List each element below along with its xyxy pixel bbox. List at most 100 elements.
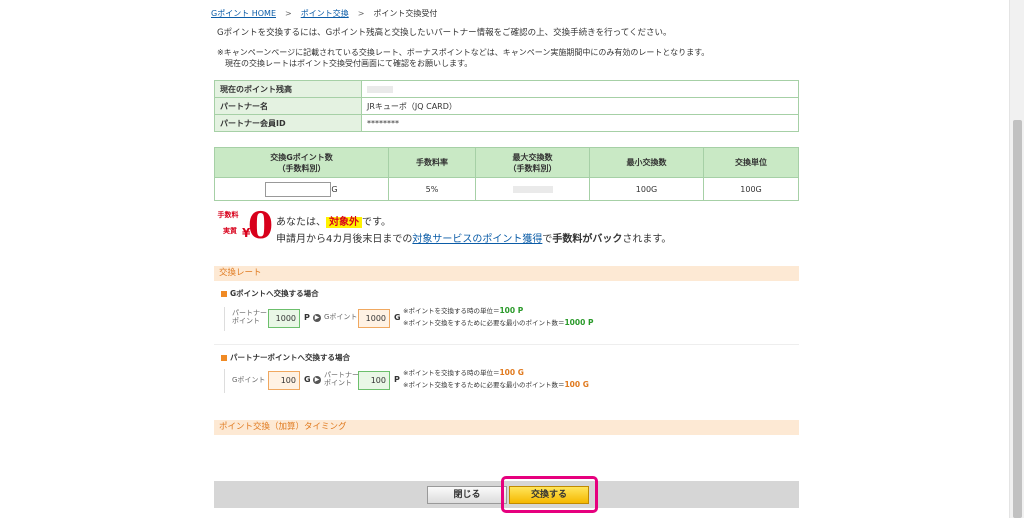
max-exchange-value bbox=[475, 177, 590, 201]
masked-value bbox=[512, 185, 553, 193]
note-minimum-prefix: ※ポイント交換をするために必要な最小のポイント数＝ bbox=[403, 319, 565, 327]
breadcrumb-home-link[interactable]: Gポイント HOME bbox=[211, 9, 276, 18]
table-row: 現在のポイント残高 bbox=[214, 80, 799, 98]
to-partner-notes: ※ポイントを交換する時の単位＝100 G ※ポイント交換をするために必要な最小の… bbox=[403, 367, 589, 391]
campaign-note: ※キャンペーンページに記載されている交換レート、ボーナスポイントなどは、キャンペ… bbox=[217, 47, 709, 69]
page-scrollbar[interactable] bbox=[1009, 0, 1024, 518]
member-id-label: パートナー会員ID bbox=[214, 114, 362, 132]
col-fee-rate: 手数料率 bbox=[388, 147, 476, 178]
partner-point-unit: P bbox=[394, 375, 400, 384]
section-divider bbox=[214, 344, 799, 345]
partner-name-label: パートナー名 bbox=[214, 97, 362, 115]
breadcrumb-separator: > bbox=[357, 9, 365, 18]
to-gpoint-title: Gポイントへ交換する場合 bbox=[230, 289, 319, 298]
account-info-table: 現在のポイント残高 パートナー名 JRキューポ（JQ CARD） パートナー会員… bbox=[214, 80, 799, 132]
fee-status-badge: 対象外 bbox=[326, 217, 362, 228]
member-id-value: ******** bbox=[361, 114, 799, 132]
campaign-note-line2: 現在の交換レートはポイント交換受付画面にて確認をお願いします。 bbox=[225, 59, 473, 68]
gpoint-rate-value: 100 bbox=[268, 371, 300, 390]
note-minimum-line: ※ポイント交換をするために必要な最小のポイント数＝100 G bbox=[403, 379, 589, 391]
partner-point-label-line2: ポイント bbox=[232, 317, 260, 325]
gpoint-unit: G bbox=[394, 313, 401, 322]
table-row: パートナー名 JRキューポ（JQ CARD） bbox=[214, 97, 799, 115]
bullet-square-icon bbox=[221, 291, 227, 297]
note-unit-prefix: ※ポイントを交換する時の単位＝ bbox=[403, 307, 500, 315]
fee-status-suffix: です。 bbox=[362, 217, 391, 228]
campaign-note-line1: ※キャンペーンページに記載されている交換レート、ボーナスポイントなどは、キャンペ… bbox=[217, 48, 710, 57]
exchange-points-input[interactable] bbox=[265, 181, 332, 197]
arrow-right-icon: ▶ bbox=[313, 376, 321, 384]
col-min-exchange: 最小交換数 bbox=[589, 147, 704, 178]
fee-refund-suffix: されます。 bbox=[622, 234, 672, 245]
fee-status-prefix: あなたは、 bbox=[276, 217, 326, 228]
fee-rate-value: 5% bbox=[388, 177, 476, 201]
table-header-row: 交換Gポイント数 （手数料別） 手数料率 最大交換数 （手数料別） 最小交換数 交換… bbox=[214, 147, 799, 178]
masked-value bbox=[367, 85, 393, 93]
partner-point-label: パートナー ポイント bbox=[324, 371, 359, 387]
exchange-table: 交換Gポイント数 （手数料別） 手数料率 最大交換数 （手数料別） 最小交換数 交換… bbox=[214, 147, 799, 201]
note-unit-line: ※ポイントを交換する時の単位＝100 P bbox=[403, 305, 593, 317]
fee-status-line: あなたは、 対象外 です。 bbox=[276, 213, 391, 228]
fee-refund-line: 申請月から4カ月後末日までの対象サービスのポイント獲得で手数料がバックされます。 bbox=[276, 230, 671, 245]
breadcrumb-separator: > bbox=[285, 9, 292, 18]
fee-refund-prefix: 申請月から4カ月後末日までの bbox=[276, 234, 413, 245]
fee-refund-middle: で bbox=[542, 234, 553, 245]
fee-zero-badge: 手数料 実質 ¥ 0 bbox=[217, 206, 274, 246]
table-row: G 5% 100G 100G bbox=[214, 177, 799, 201]
partner-point-label-line1: パートナー bbox=[324, 371, 359, 379]
col-max-exchange: 最大交換数 （手数料別） bbox=[475, 147, 590, 178]
note-unit-line: ※ポイントを交換する時の単位＝100 G bbox=[403, 367, 589, 379]
partner-point-label-line1: パートナー bbox=[232, 309, 267, 317]
highlight-outline bbox=[501, 476, 598, 513]
gpoint-rate-value: 1000 bbox=[358, 309, 390, 328]
min-exchange-value: 100G bbox=[589, 177, 704, 201]
badge-zero: 0 bbox=[248, 205, 274, 247]
gpoint-unit: G bbox=[304, 375, 311, 384]
breadcrumb-exchange-link[interactable]: ポイント交換 bbox=[301, 9, 349, 18]
exchange-unit-value: 100G bbox=[703, 177, 799, 201]
exchange-points-cell: G bbox=[214, 177, 389, 201]
col-max-exchange-line1: 最大交換数 bbox=[512, 152, 553, 162]
badge-fee-label: 手数料 bbox=[217, 211, 239, 219]
gpoint-label: Gポイント bbox=[232, 376, 266, 384]
note-unit-value: 100 P bbox=[499, 306, 524, 315]
bullet-square-icon bbox=[221, 355, 227, 361]
arrow-right-icon: ▶ bbox=[313, 314, 321, 322]
breadcrumb: Gポイント HOME > ポイント交換 > ポイント交換受付 bbox=[211, 8, 437, 19]
note-minimum-value: 1000 P bbox=[564, 318, 594, 327]
badge-real-label: 実質 bbox=[223, 227, 237, 235]
col-max-exchange-line2: （手数料別） bbox=[508, 163, 557, 173]
close-button[interactable]: 閉じる bbox=[427, 486, 507, 504]
note-minimum-prefix: ※ポイント交換をするために必要な最小のポイント数＝ bbox=[403, 381, 565, 389]
to-partner-title: パートナーポイントへ交換する場合 bbox=[230, 353, 350, 362]
balance-label: 現在のポイント残高 bbox=[214, 80, 362, 98]
note-unit-prefix: ※ポイントを交換する時の単位＝ bbox=[403, 369, 500, 377]
col-exchange-unit: 交換単位 bbox=[703, 147, 799, 178]
gpoint-label: Gポイント bbox=[324, 313, 358, 321]
partner-point-label: パートナー ポイント bbox=[232, 309, 267, 325]
note-unit-value: 100 G bbox=[499, 368, 524, 377]
partner-point-rate-value: 1000 bbox=[268, 309, 300, 328]
table-row: パートナー会員ID ******** bbox=[214, 114, 799, 132]
to-gpoint-notes: ※ポイントを交換する時の単位＝100 P ※ポイント交換をするために必要な最小の… bbox=[403, 305, 593, 329]
partner-point-rate-value: 100 bbox=[358, 371, 390, 390]
breadcrumb-current: ポイント交換受付 bbox=[373, 9, 438, 18]
col-exchange-points: 交換Gポイント数 （手数料別） bbox=[214, 147, 389, 178]
intro-text: Gポイントを交換するには、Gポイント残高と交換したいパートナー情報をご確認の上、… bbox=[217, 28, 672, 38]
to-gpoint-heading: Gポイントへ交換する場合 bbox=[221, 288, 319, 299]
target-service-link[interactable]: 対象サービスのポイント獲得 bbox=[412, 234, 542, 245]
scrollbar-thumb[interactable] bbox=[1013, 120, 1022, 518]
exchange-rate-heading: 交換レート bbox=[214, 266, 799, 281]
col-exchange-points-line2: （手数料別） bbox=[277, 163, 326, 173]
partner-name-value: JRキューポ（JQ CARD） bbox=[361, 97, 799, 115]
note-minimum-line: ※ポイント交換をするために必要な最小のポイント数＝1000 P bbox=[403, 317, 593, 329]
col-exchange-points-line1: 交換Gポイント数 bbox=[270, 152, 333, 162]
timing-heading: ポイント交換（加算）タイミング bbox=[214, 420, 799, 435]
note-minimum-value: 100 G bbox=[564, 380, 589, 389]
to-partner-rate-row: Gポイント 100 G ▶ パートナー ポイント 100 P ※ポイントを交換する… bbox=[224, 367, 786, 393]
partner-point-label-line2: ポイント bbox=[324, 379, 352, 387]
row-divider bbox=[224, 307, 225, 331]
input-unit: G bbox=[331, 184, 338, 194]
partner-point-unit: P bbox=[304, 313, 310, 322]
row-divider bbox=[224, 369, 225, 393]
